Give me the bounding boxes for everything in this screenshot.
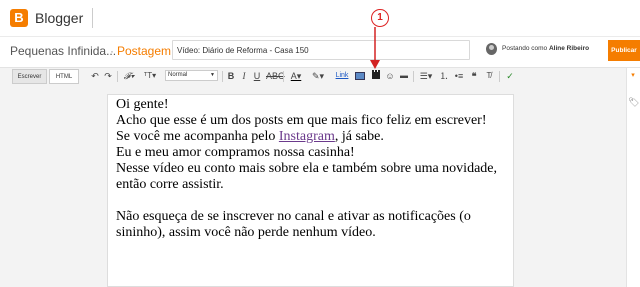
instagram-link[interactable]: Instagram xyxy=(279,129,335,144)
divider xyxy=(92,8,93,28)
insert-image-icon[interactable] xyxy=(355,72,365,80)
bulleted-list-icon[interactable]: •≡ xyxy=(454,68,464,84)
posting-label: Postando como xyxy=(502,45,548,52)
labels-tag-icon[interactable]: 🏷 xyxy=(628,94,639,110)
toolbar-divider xyxy=(117,71,118,82)
body-line: Não esqueça de se inscrever no canal e a… xyxy=(116,209,471,240)
underline-icon[interactable]: U xyxy=(253,68,261,84)
body-line: Acho que esse é um dos posts em que mais… xyxy=(116,113,487,128)
annotation-number-badge: 1 xyxy=(371,9,389,27)
author-name: Aline Ribeiro xyxy=(548,45,590,52)
app-name: Blogger xyxy=(35,10,84,26)
blog-name[interactable]: Pequenas Infinida... xyxy=(10,44,116,58)
numbered-list-icon[interactable]: ⒈ xyxy=(439,68,449,84)
bold-icon[interactable]: B xyxy=(227,68,235,84)
breadcrumb-separator: · xyxy=(110,44,114,58)
align-icon[interactable]: ☰▾ xyxy=(418,68,434,84)
publish-button[interactable]: Publicar xyxy=(608,40,640,61)
top-bar xyxy=(0,0,640,37)
blogger-logo-icon[interactable]: B xyxy=(10,9,28,27)
posting-as: Postando como Aline Ribeiro xyxy=(502,45,589,52)
strikethrough-icon[interactable]: ABC xyxy=(266,68,285,84)
html-mode-button[interactable]: HTML xyxy=(49,69,79,84)
text-color-icon[interactable]: A▾ xyxy=(289,68,303,84)
undo-icon[interactable]: ↶ xyxy=(90,68,100,84)
post-body[interactable]: Oi gente! Acho que esse é um dos posts e… xyxy=(116,97,511,241)
chevron-down-icon: ▼ xyxy=(210,72,215,78)
post-title-input[interactable] xyxy=(172,40,470,60)
body-line: Oi gente! xyxy=(116,97,169,112)
link-button[interactable]: Link xyxy=(334,68,350,84)
avatar xyxy=(486,43,497,55)
highlight-color-icon[interactable]: ✎▾ xyxy=(310,68,326,84)
format-select[interactable]: Normal ▼ xyxy=(165,70,218,81)
toolbar-divider xyxy=(222,71,223,82)
clear-formatting-icon[interactable]: T̸ xyxy=(484,68,494,84)
spellcheck-icon[interactable]: ✓ xyxy=(504,68,516,84)
toolbar-divider xyxy=(413,71,414,82)
body-line: Se você me acompanha pelo Instagram, já … xyxy=(116,129,511,145)
body-text: Se você me acompanha pelo xyxy=(116,129,279,144)
redo-icon[interactable]: ↷ xyxy=(103,68,113,84)
toolbar-divider xyxy=(499,71,500,82)
body-line: Nesse vídeo eu conto mais sobre ela e ta… xyxy=(116,161,497,192)
collapse-panel-icon[interactable]: ▾ xyxy=(628,68,638,84)
font-family-icon[interactable]: 𝓕▾ xyxy=(121,68,137,84)
italic-icon[interactable]: I xyxy=(240,68,248,84)
toolbar-divider xyxy=(283,71,284,82)
quote-icon[interactable]: ❝ xyxy=(469,68,479,84)
emoji-icon[interactable]: ☺ xyxy=(385,68,395,84)
compose-mode-button[interactable]: Escrever xyxy=(12,69,47,84)
body-text: , já sabe. xyxy=(334,129,384,144)
annotation-arrow-icon xyxy=(370,27,380,69)
format-value: Normal xyxy=(168,72,188,78)
body-line: Eu e meu amor compramos nossa casinha! xyxy=(116,145,355,160)
breadcrumb-section: Postagem xyxy=(117,44,172,58)
font-size-icon[interactable]: ᵀT▾ xyxy=(140,68,160,84)
insert-video-icon[interactable] xyxy=(372,70,380,79)
jump-break-icon[interactable]: ▬ xyxy=(399,68,409,84)
